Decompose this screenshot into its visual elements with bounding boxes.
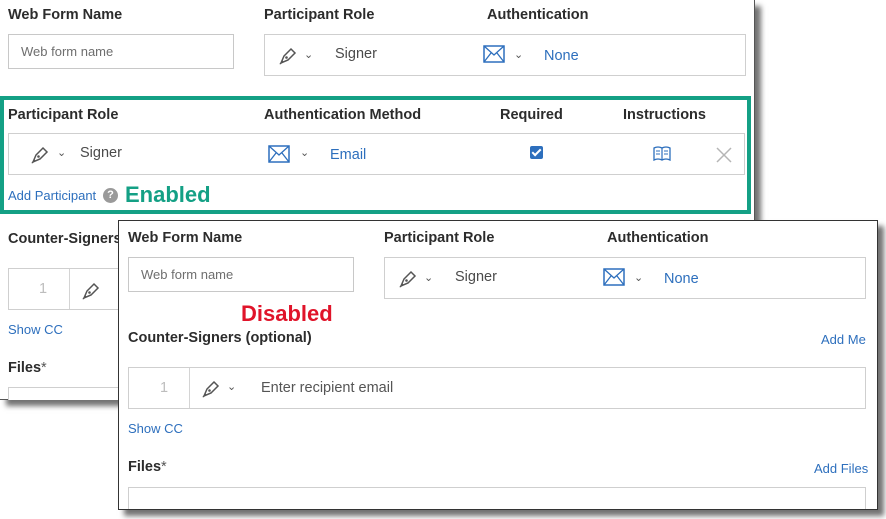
- chevron-down-icon[interactable]: ⌄: [304, 48, 313, 61]
- authentication-value-link[interactable]: None: [544, 48, 579, 64]
- table-header-instructions: Instructions: [623, 107, 706, 123]
- open-book-icon[interactable]: [653, 146, 671, 161]
- web-form-name-placeholder: Web form name: [141, 267, 234, 282]
- web-form-name-input[interactable]: Web form name: [128, 257, 354, 292]
- pen-nib-icon[interactable]: [201, 377, 223, 399]
- pen-nib-icon[interactable]: [278, 44, 300, 66]
- web-form-name-label: Web Form Name: [8, 7, 123, 23]
- counter-signers-label: Counter-Signers: [8, 231, 122, 247]
- add-files-link[interactable]: Add Files: [814, 461, 868, 476]
- chevron-down-icon[interactable]: ⌄: [300, 146, 309, 159]
- pen-nib-icon[interactable]: [398, 267, 420, 289]
- recipient-role-row: ⌄ Signer ⌄ None: [384, 257, 866, 299]
- required-checkbox[interactable]: [530, 146, 543, 159]
- chevron-down-icon[interactable]: ⌄: [634, 271, 643, 284]
- pen-nib-icon[interactable]: [81, 279, 103, 301]
- row-auth-method-link[interactable]: Email: [330, 147, 366, 163]
- authentication-label: Authentication: [487, 7, 589, 23]
- chevron-down-icon[interactable]: ⌄: [227, 380, 236, 393]
- required-asterisk: *: [161, 459, 167, 475]
- authentication-value-link[interactable]: None: [664, 271, 699, 287]
- chevron-down-icon[interactable]: ⌄: [424, 271, 433, 284]
- chevron-down-icon[interactable]: ⌄: [57, 146, 66, 159]
- disabled-label: Disabled: [241, 301, 333, 326]
- role-value: Signer: [455, 269, 497, 285]
- files-drop-area[interactable]: [128, 487, 866, 509]
- disabled-web-form-panel: Web Form Name Web form name Participant …: [118, 220, 878, 510]
- envelope-icon[interactable]: [268, 145, 290, 163]
- table-header-required: Required: [500, 107, 563, 123]
- envelope-icon[interactable]: [603, 268, 625, 286]
- row-role-value: Signer: [80, 145, 122, 161]
- counter-index: 1: [160, 380, 169, 396]
- web-form-name-placeholder: Web form name: [21, 44, 114, 59]
- counter-signer-row: 1: [8, 268, 126, 310]
- files-drop-area[interactable]: [8, 387, 126, 400]
- recipient-role-row: ⌄ Signer ⌄ None: [264, 34, 746, 76]
- chevron-down-icon[interactable]: ⌄: [514, 48, 523, 61]
- table-header-participant-role: Participant Role: [8, 107, 119, 123]
- divider: [189, 368, 190, 408]
- files-label: Files*: [128, 459, 167, 475]
- show-cc-link[interactable]: Show CC: [8, 322, 63, 337]
- add-me-link[interactable]: Add Me: [821, 332, 866, 347]
- authentication-label: Authentication: [607, 230, 709, 246]
- close-icon[interactable]: [716, 147, 732, 163]
- pen-nib-icon[interactable]: [30, 143, 52, 165]
- recipient-email-input[interactable]: Enter recipient email: [261, 380, 393, 396]
- files-label: Files*: [8, 360, 47, 376]
- divider: [69, 269, 70, 309]
- envelope-icon[interactable]: [483, 45, 505, 63]
- enabled-label: Enabled: [125, 182, 211, 207]
- show-cc-link[interactable]: Show CC: [128, 421, 183, 436]
- counter-signers-label: Counter-Signers (optional): [128, 330, 312, 346]
- add-participant-link[interactable]: Add Participant: [8, 188, 96, 203]
- counter-index: 1: [39, 281, 48, 297]
- table-header-authentication-method: Authentication Method: [264, 107, 422, 123]
- web-form-name-input[interactable]: Web form name: [8, 34, 234, 69]
- participant-role-label: Participant Role: [264, 7, 375, 23]
- help-circle-icon[interactable]: ?: [103, 188, 118, 203]
- role-value: Signer: [335, 46, 377, 62]
- files-label-text: Files: [8, 360, 42, 376]
- files-label-text: Files: [128, 459, 162, 475]
- table-row: ⌄ Signer ⌄ Email: [8, 133, 745, 175]
- counter-signer-row: 1 ⌄ Enter recipient email: [128, 367, 866, 409]
- participant-role-label: Participant Role: [384, 230, 495, 246]
- web-form-name-label: Web Form Name: [128, 230, 243, 246]
- required-asterisk: *: [41, 360, 47, 376]
